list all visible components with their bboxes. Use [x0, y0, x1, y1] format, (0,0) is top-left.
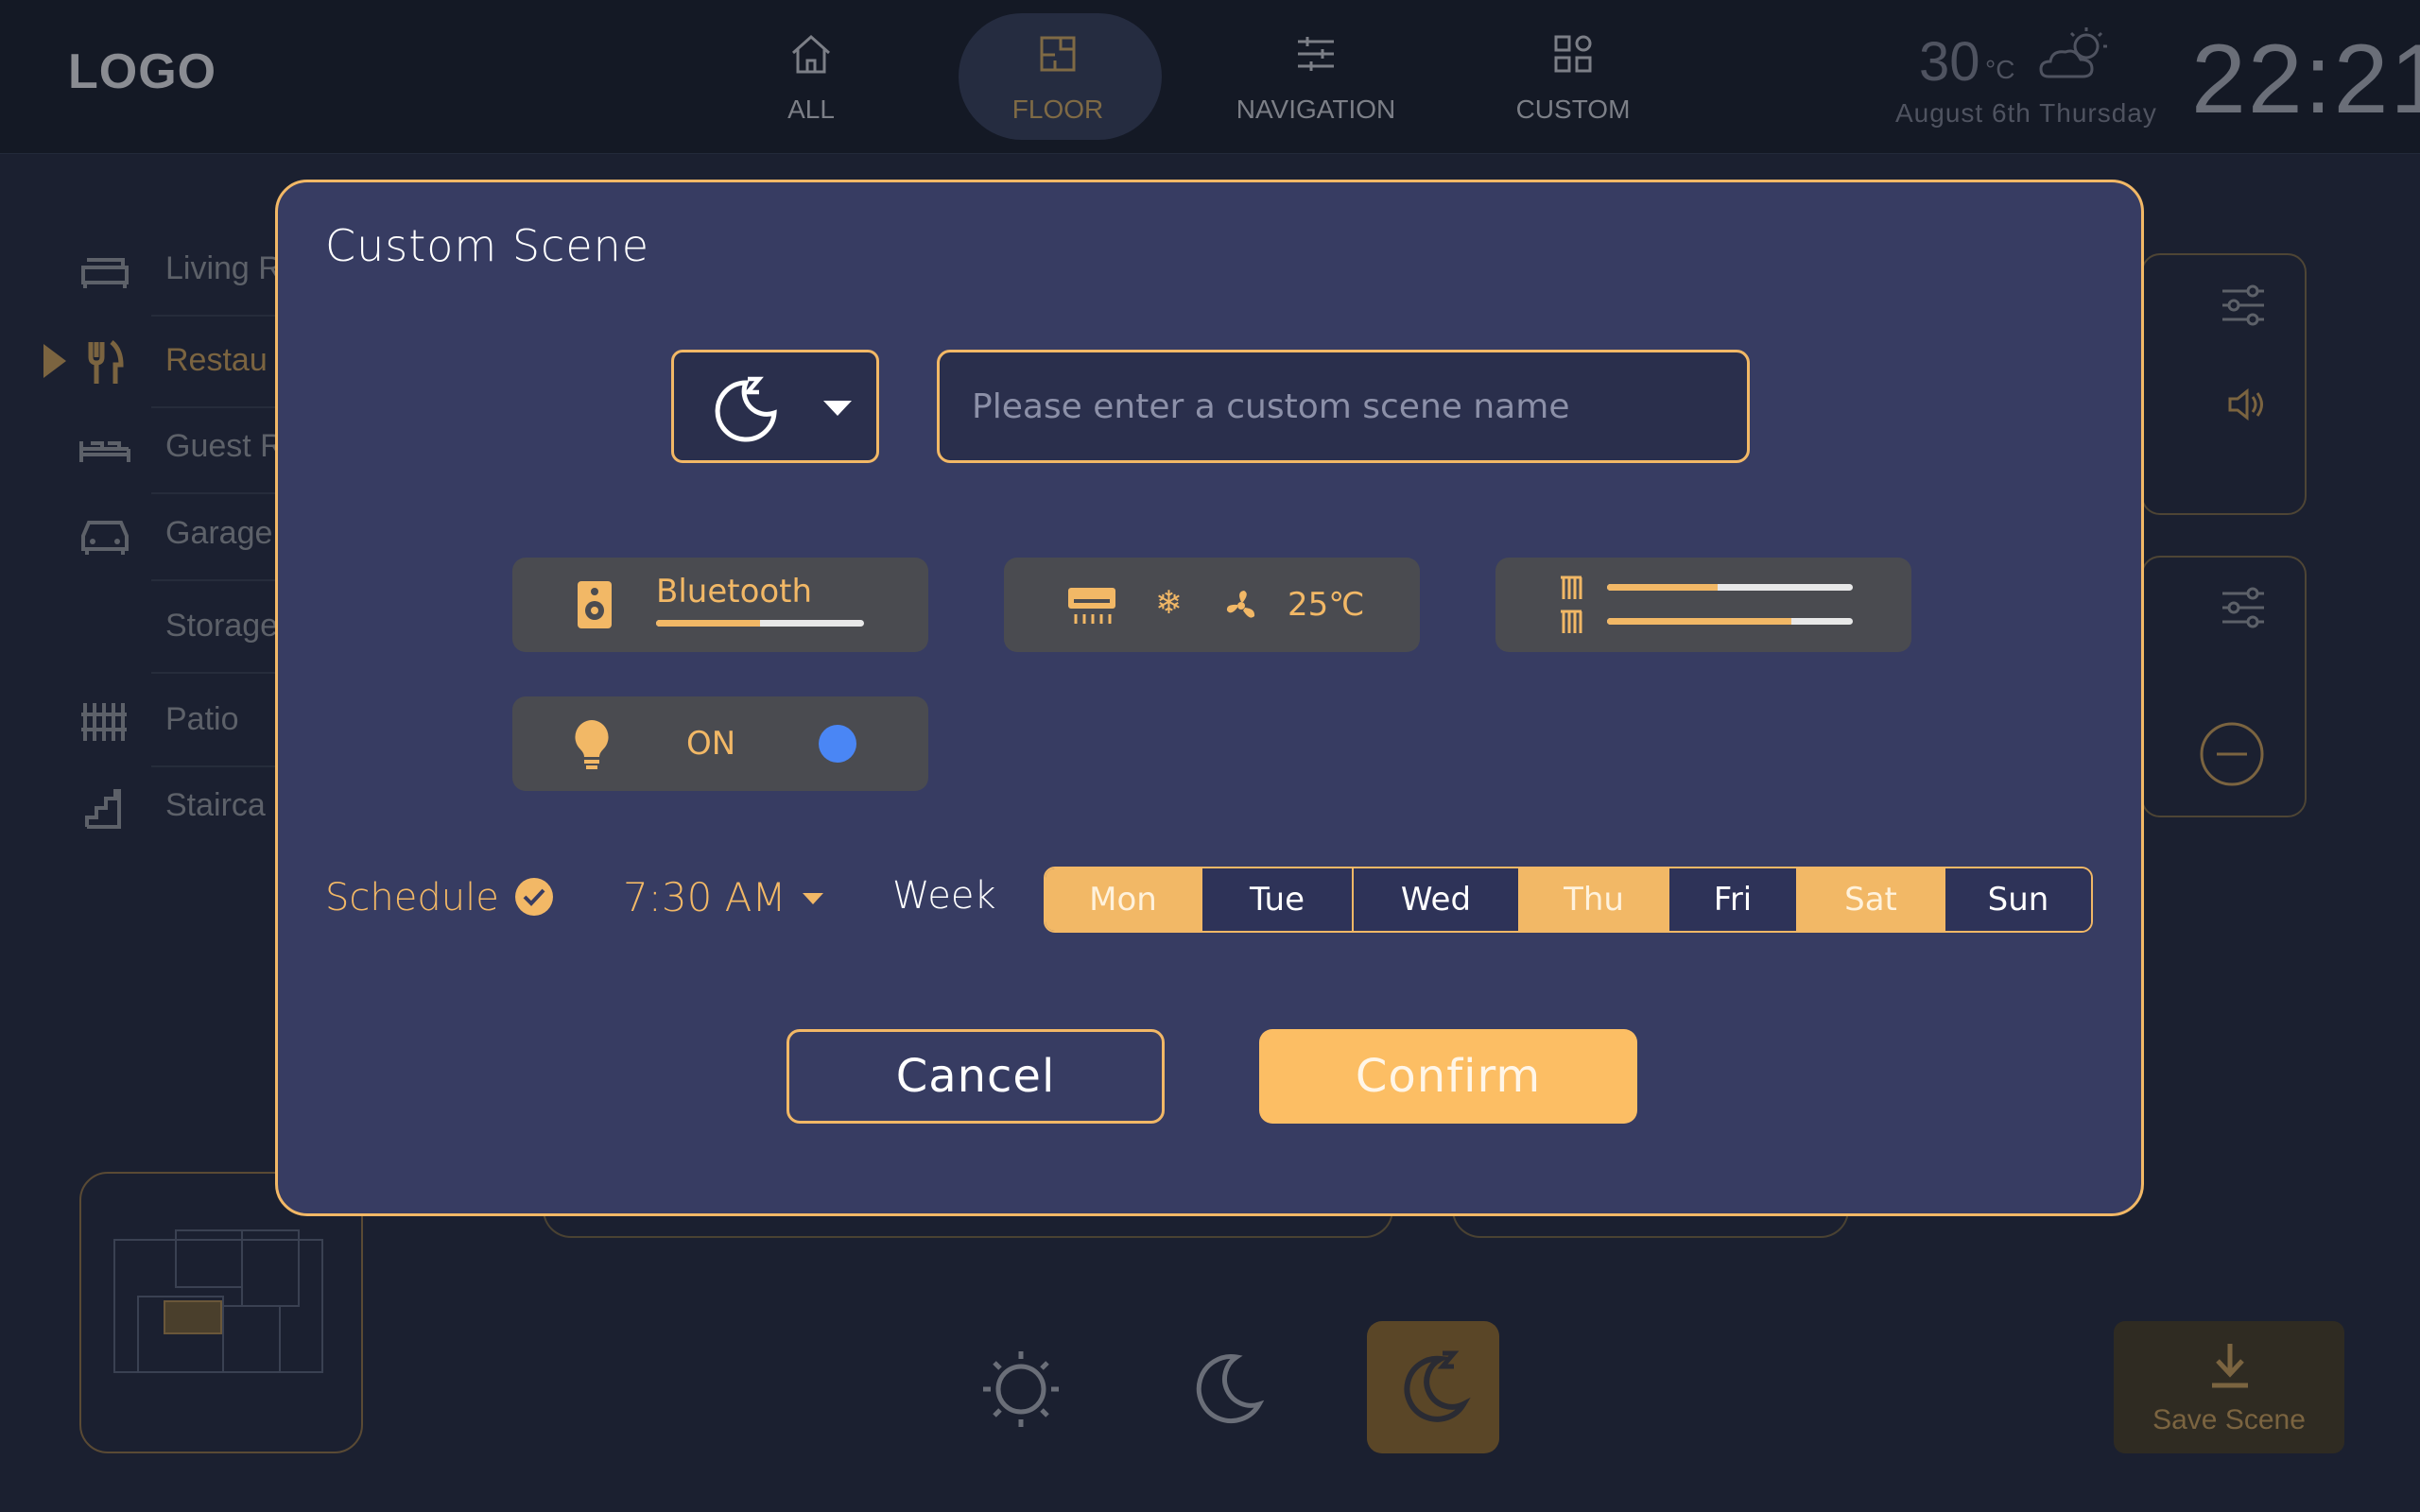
room-label: Living R	[165, 250, 282, 286]
confirm-button[interactable]: Confirm	[1259, 1029, 1637, 1124]
nav-navigation[interactable]: NAVIGATION	[1217, 0, 1415, 154]
ac-temperature: 25℃	[1288, 586, 1365, 624]
home-icon	[791, 34, 831, 74]
bed-icon	[79, 441, 130, 462]
app-logo: LOGO	[68, 44, 217, 99]
room-label: Guest R	[165, 428, 284, 464]
day-fri[interactable]: Fri	[1669, 868, 1798, 931]
nav-custom[interactable]: CUSTOM	[1474, 0, 1672, 154]
moon-icon	[1196, 1354, 1265, 1423]
day-mon[interactable]: Mon	[1046, 868, 1202, 931]
download-icon	[2212, 1344, 2248, 1388]
scene-day-button[interactable]	[955, 1323, 1087, 1455]
schedule-label: Schedule	[325, 876, 499, 919]
save-scene-button[interactable]: Save Scene	[2114, 1321, 2344, 1453]
sidebar-item-living-room[interactable]: Living R	[0, 232, 284, 317]
air-conditioner-tile[interactable]: ❄ 25℃	[1004, 558, 1420, 652]
room-label: Restau	[165, 342, 268, 378]
floor-plan-icon	[1040, 36, 1076, 72]
weekday-selector: Mon Tue Wed Thu Fri Sat Sun	[1044, 867, 2093, 933]
bulb-icon	[575, 720, 609, 769]
caret-down-icon	[803, 893, 823, 904]
curtain-2-fill	[1607, 618, 1791, 625]
scene-icon-selector[interactable]	[671, 350, 879, 463]
week-label: Week	[892, 874, 996, 918]
light-tile[interactable]: ON	[512, 696, 928, 791]
car-icon	[81, 521, 129, 555]
top-bar: LOGO ALL FLOOR NAVIGATION CUSTOM 30 °C A…	[0, 0, 2420, 154]
settings-sliders-icon	[2222, 284, 2264, 326]
day-wed[interactable]: Wed	[1354, 868, 1520, 931]
day-sun[interactable]: Sun	[1945, 868, 2091, 931]
snowflake-icon: ❄	[1155, 584, 1183, 622]
sidebar-item-garage[interactable]: Garage	[0, 496, 284, 581]
settings-sliders-icon	[2222, 587, 2264, 628]
chevron-down-icon	[823, 401, 852, 416]
scene-sleep-button[interactable]	[1367, 1321, 1499, 1453]
curtain-icon	[1561, 576, 1582, 599]
curtain-1-fill	[1607, 584, 1718, 591]
curtain-1-slider[interactable]	[1607, 584, 1853, 591]
cloudy-sun-icon	[2039, 27, 2107, 78]
sun-icon	[983, 1351, 1059, 1427]
sliders-icon	[1298, 37, 1334, 71]
fence-icon	[81, 703, 127, 741]
nav-floor[interactable]: FLOOR	[959, 0, 1162, 154]
sleep-moon-icon	[715, 376, 777, 442]
nav-label: NAVIGATION	[1236, 94, 1396, 124]
sidebar-item-staircase[interactable]: Stairca	[0, 768, 284, 853]
day-tue[interactable]: Tue	[1202, 868, 1354, 931]
sidebar-item-guest-room[interactable]: Guest R	[0, 409, 284, 494]
volume-fill	[656, 620, 760, 627]
check-circle-icon[interactable]	[514, 877, 554, 917]
volume-icon	[2228, 387, 2263, 421]
bluetooth-tile[interactable]: Bluetooth	[512, 558, 928, 652]
nav-label: FLOOR	[1011, 94, 1104, 124]
scene-name-input[interactable]	[937, 350, 1750, 463]
room-label: Garage	[165, 515, 273, 551]
schedule-time-select[interactable]: 7:30 AM	[623, 874, 831, 921]
scene-night-button[interactable]	[1161, 1323, 1293, 1455]
nav-label: CUSTOM	[1515, 94, 1631, 124]
curtain-2-slider[interactable]	[1607, 618, 1853, 625]
light-state: ON	[686, 725, 736, 763]
room-label: Stairca	[165, 787, 266, 823]
bluetooth-label: Bluetooth	[656, 573, 813, 610]
clock: 22:21	[2191, 25, 2420, 134]
weather-temperature: 30	[1919, 31, 1980, 93]
dialog-title: Custom Scene	[325, 220, 650, 271]
sofa-icon	[81, 258, 129, 288]
weather-unit: °C	[1985, 55, 2015, 84]
utensils-icon	[88, 340, 124, 384]
light-toggle-dot[interactable]	[819, 725, 856, 763]
device-card[interactable]	[2141, 253, 2307, 515]
save-scene-label: Save Scene	[2152, 1404, 2306, 1435]
speaker-icon	[578, 581, 612, 628]
day-sat[interactable]: Sat	[1798, 868, 1945, 931]
curtain-icon	[1561, 610, 1582, 633]
day-thu[interactable]: Thu	[1520, 868, 1669, 931]
sidebar-item-patio[interactable]: Patio	[0, 682, 284, 767]
curtains-tile[interactable]	[1495, 558, 1911, 652]
active-arrow-icon	[43, 344, 66, 378]
nav-all[interactable]: ALL	[712, 0, 910, 154]
grid-icon	[1554, 35, 1592, 73]
room-label: Storage	[165, 608, 279, 644]
sidebar-item-restaurant[interactable]: Restau	[0, 323, 284, 408]
custom-scene-dialog: Custom Scene Bluetooth ❄ 25℃	[275, 180, 2144, 1216]
nav-label: ALL	[787, 94, 835, 124]
air-conditioner-icon	[1068, 588, 1115, 624]
stairs-icon	[85, 789, 121, 829]
sidebar-item-storage[interactable]: Storage	[0, 589, 284, 674]
device-card[interactable]	[2141, 556, 2307, 817]
schedule-time: 7:30 AM	[623, 874, 786, 920]
fan-icon	[1226, 591, 1255, 618]
cancel-button[interactable]: Cancel	[786, 1029, 1165, 1124]
minus-circle-icon	[2200, 722, 2264, 786]
volume-slider[interactable]	[656, 620, 864, 627]
room-label: Patio	[165, 701, 239, 737]
weather-date: August 6th Thursday	[1895, 98, 2157, 128]
sleep-moon-icon	[1404, 1350, 1471, 1422]
